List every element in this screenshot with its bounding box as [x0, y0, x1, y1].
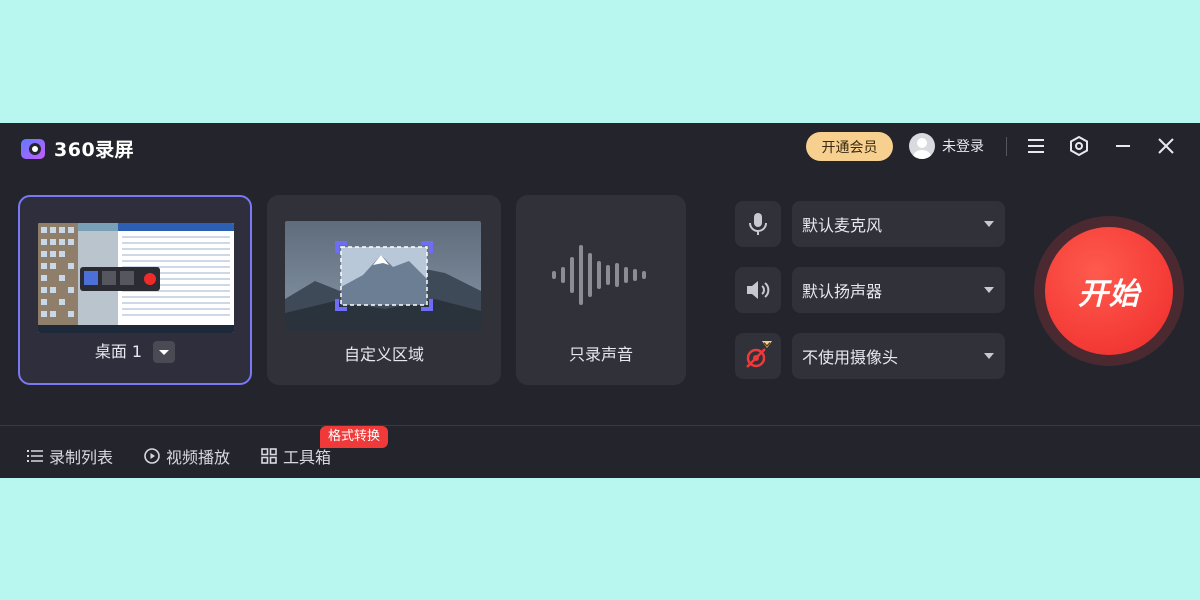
app-title: 360录屏 [54, 139, 135, 161]
speaker-toggle[interactable] [735, 267, 781, 313]
recorder-window: 360录屏 开通会员 未登录 桌面 1 自定义区域 只录声音 默认麦克风 默认扬… [0, 123, 1200, 478]
avatar [909, 133, 935, 159]
source-audio-label: 只录声音 [568, 345, 633, 364]
speaker-value: 默认扬声器 [802, 282, 883, 301]
title-bar: 360录屏 开通会员 未登录 [0, 123, 1200, 169]
source-desktop-label: 桌面 1 [20, 338, 250, 363]
audio-wave-icon [552, 245, 646, 305]
start-button-ring: 开始 [1034, 216, 1184, 366]
format-convert-badge[interactable]: 格式转换 [320, 426, 389, 448]
video-play-label: 视频播放 [166, 448, 231, 467]
desktop-label-text: 桌面 1 [94, 341, 143, 361]
app-logo-icon [21, 138, 45, 159]
display-dropdown-button[interactable] [153, 341, 176, 363]
list-icon [27, 450, 43, 462]
microphone-toggle[interactable] [735, 201, 781, 247]
camera-toggle[interactable] [735, 333, 781, 379]
video-play-button[interactable]: 视频播放 [144, 444, 230, 468]
play-circle-icon [144, 448, 160, 464]
close-icon[interactable] [1154, 134, 1178, 158]
source-desktop-card[interactable]: 桌面 1 [18, 195, 252, 385]
source-audio-card[interactable]: 只录声音 [516, 195, 686, 385]
settings-icon[interactable] [1067, 134, 1091, 158]
microphone-icon [749, 213, 767, 235]
start-record-button[interactable]: 开始 [1045, 227, 1173, 355]
user-login[interactable]: 未登录 [909, 133, 984, 159]
microphone-value: 默认麦克风 [802, 216, 883, 235]
record-list-button[interactable]: 录制列表 [27, 444, 113, 468]
source-region-card[interactable]: 自定义区域 [267, 195, 501, 385]
camera-off-icon [746, 341, 772, 368]
app-logo: 360录屏 [20, 135, 134, 162]
menu-icon[interactable] [1024, 134, 1048, 158]
speaker-icon [747, 281, 770, 299]
chevron-down-icon [984, 221, 994, 227]
minimize-icon[interactable] [1111, 134, 1135, 158]
chevron-down-icon [984, 353, 994, 359]
desktop-preview-thumbnail [38, 223, 234, 333]
user-status: 未登录 [942, 139, 984, 155]
region-preview-thumbnail [285, 221, 481, 331]
chevron-down-icon [984, 287, 994, 293]
camera-select[interactable]: 不使用摄像头 [792, 333, 1005, 379]
bottom-divider [0, 425, 1200, 426]
microphone-select[interactable]: 默认麦克风 [792, 201, 1005, 247]
vip-button[interactable]: 开通会员 [806, 132, 893, 161]
grid-icon [261, 448, 277, 464]
record-list-label: 录制列表 [49, 448, 114, 467]
camera-value: 不使用摄像头 [802, 348, 899, 367]
source-region-label: 自定义区域 [343, 345, 424, 364]
speaker-select[interactable]: 默认扬声器 [792, 267, 1005, 313]
titlebar-divider [1006, 137, 1007, 156]
